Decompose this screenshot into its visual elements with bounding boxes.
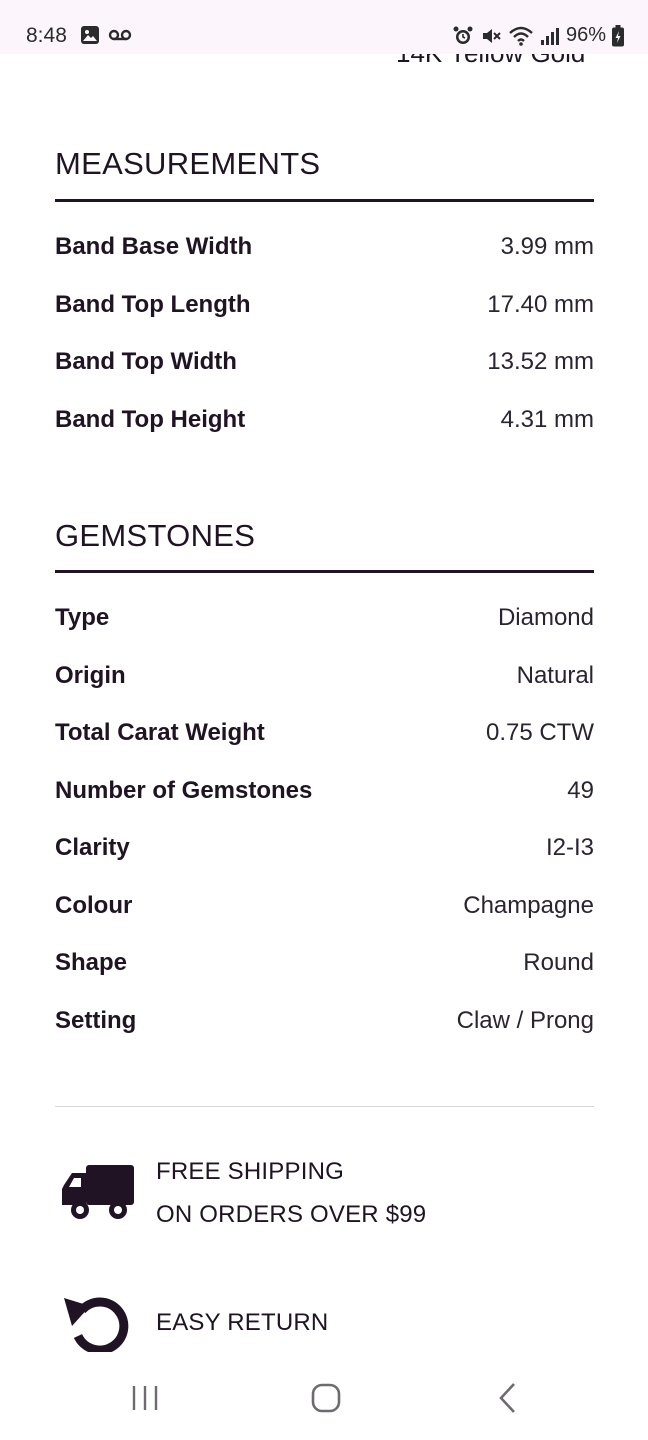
measurement-row: Band Top Width 13.52 mm — [55, 342, 594, 382]
row-label: Band Base Width — [55, 233, 253, 260]
battery-icon — [612, 24, 624, 46]
back-icon — [499, 1383, 515, 1413]
divider — [55, 1106, 594, 1107]
row-label: Origin — [55, 662, 126, 689]
home-icon — [311, 1383, 341, 1413]
status-right-icons: 96% — [452, 24, 624, 47]
gemstone-row: Clarity I2-I3 — [55, 828, 594, 868]
measurements-title: MEASUREMENTS — [55, 146, 321, 181]
gemstones-rule — [55, 570, 594, 573]
row-value: 13.52 mm — [487, 348, 594, 375]
row-label: Band Top Width — [55, 348, 237, 375]
row-value: Diamond — [497, 604, 594, 631]
row-label: Colour — [55, 892, 133, 919]
wifi-icon — [509, 26, 533, 46]
row-label: Shape — [55, 949, 128, 976]
row-value: Natural — [516, 662, 594, 689]
product-details[interactable]: 14K Yellow Gold MEASUREMENTS Band Base W… — [0, 54, 648, 1354]
gemstone-row: Number of Gemstones 49 — [55, 771, 594, 811]
gemstone-row: Type Diamond — [55, 598, 594, 638]
back-button[interactable] — [478, 1376, 538, 1420]
image-icon — [81, 26, 99, 44]
row-value: 3.99 mm — [500, 233, 594, 260]
return-arrow-icon — [60, 1292, 136, 1352]
status-time: 8:48 — [26, 24, 67, 47]
free-shipping-text: FREE SHIPPING ON ORDERS OVER $99 — [156, 1150, 426, 1236]
row-value: 0.75 CTW — [485, 719, 594, 746]
measurement-row: Band Top Length 17.40 mm — [55, 285, 594, 325]
row-label: Number of Gemstones — [55, 777, 313, 804]
measurements-rule — [55, 199, 594, 202]
gemstone-row: Total Carat Weight 0.75 CTW — [55, 713, 594, 753]
row-value: 17.40 mm — [487, 291, 594, 318]
row-label: Band Top Height — [55, 406, 246, 433]
row-label: Clarity — [55, 834, 130, 861]
gemstone-row: Setting Claw / Prong — [55, 1001, 594, 1041]
row-value: I2-I3 — [545, 834, 594, 861]
row-label: Setting — [55, 1007, 137, 1034]
row-value: Round — [523, 949, 594, 976]
row-value: Claw / Prong — [456, 1007, 594, 1034]
row-label: Total Carat Weight — [55, 719, 265, 746]
free-shipping-info: FREE SHIPPING ON ORDERS OVER $99 — [60, 1150, 426, 1236]
battery-percent: 96% — [565, 24, 606, 46]
alarm-icon — [453, 26, 473, 44]
row-label: Band Top Length — [55, 291, 251, 318]
recents-icon — [132, 1386, 158, 1410]
signal-icon — [540, 27, 559, 45]
measurement-row: Band Top Height 4.31 mm — [55, 400, 594, 440]
measurement-row: Band Base Width 3.99 mm — [55, 227, 594, 267]
gemstone-row: Colour Champagne — [55, 886, 594, 926]
status-bar: 8:48 96% — [0, 0, 648, 54]
free-shipping-line2: ON ORDERS OVER $99 — [156, 1201, 427, 1228]
gemstone-row: Shape Round — [55, 943, 594, 983]
gemstone-row: Origin Natural — [55, 656, 594, 696]
mute-icon — [482, 28, 501, 43]
easy-return-text: EASY RETURN — [156, 1308, 329, 1336]
gemstones-title: GEMSTONES — [55, 518, 256, 553]
status-left-icons — [80, 25, 132, 45]
row-value: Champagne — [463, 892, 594, 919]
easy-return-info: EASY RETURN — [60, 1292, 328, 1352]
truck-icon — [60, 1163, 136, 1223]
metal-type-text: 14K Yellow Gold — [396, 54, 585, 69]
row-value: 4.31 mm — [500, 406, 594, 433]
row-value: 49 — [567, 777, 594, 804]
free-shipping-line1: FREE SHIPPING — [156, 1158, 344, 1185]
row-label: Type — [55, 604, 110, 631]
home-button[interactable] — [296, 1376, 356, 1420]
navigation-bar — [0, 1354, 648, 1440]
voicemail-icon — [108, 29, 132, 41]
recents-button[interactable] — [115, 1376, 175, 1420]
